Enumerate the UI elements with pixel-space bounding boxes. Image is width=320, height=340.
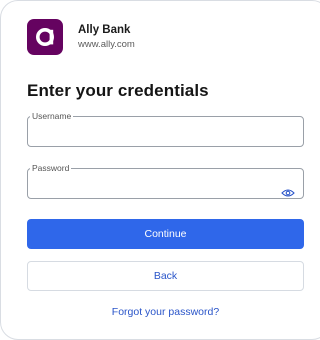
username-field[interactable]: Username: [27, 112, 304, 147]
app-name: Ally Bank: [78, 24, 131, 36]
continue-button[interactable]: Continue: [27, 219, 304, 249]
app-info: Ally Bank www.ally.com: [78, 23, 135, 51]
back-button[interactable]: Back: [27, 261, 304, 291]
username-input[interactable]: [36, 121, 275, 143]
credential-dialog: Ally Bank www.ally.com Enter your creden…: [0, 0, 320, 340]
password-label: Password: [32, 163, 70, 173]
ally-logo-icon: [27, 19, 63, 55]
username-label: Username: [32, 111, 72, 121]
app-header: Ally Bank www.ally.com: [27, 19, 135, 55]
app-url: www.ally.com: [78, 39, 135, 50]
forgot-password-link[interactable]: Forgot your password?: [27, 306, 304, 318]
page-title: Enter your credentials: [27, 81, 209, 100]
eye-icon[interactable]: [281, 185, 295, 197]
password-input[interactable]: [36, 173, 275, 195]
password-field[interactable]: Password: [27, 164, 304, 199]
